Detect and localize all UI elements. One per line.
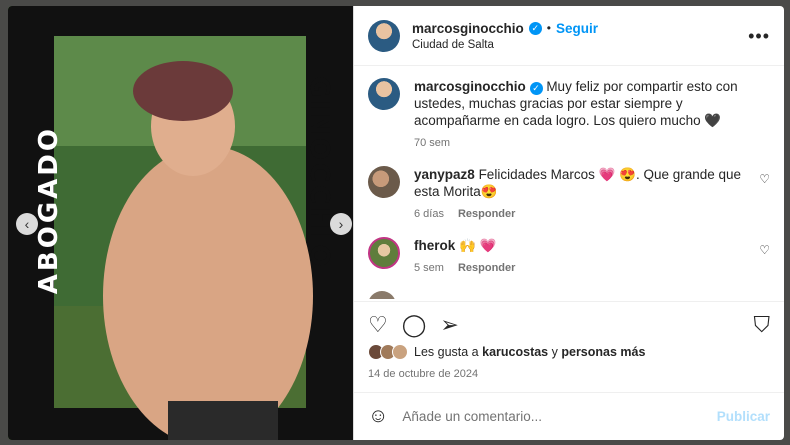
more-options-icon[interactable]: ••• [748,26,770,47]
verified-badge-icon: ✓ [529,82,543,95]
comment-username[interactable]: yanypaz8 [414,167,475,182]
add-comment-bar: ☺ Publicar [354,392,784,440]
reply-button[interactable]: Responder [458,260,515,277]
caption-username[interactable]: marcosginocchio [414,79,526,94]
post-modal: ABOGADO GINOCCHIO ‹ › marcosginocchio ✓ … [8,6,784,440]
comment-text: 🙌 💗 [459,238,497,253]
likes-first-user[interactable]: karucostas [482,345,548,359]
avatar[interactable] [368,19,400,52]
list-item [368,291,770,299]
list-item: yanypaz8 Felicidades Marcos 💗 😍. Que gra… [368,166,770,223]
bookmark-icon[interactable]: ⛉ [753,312,770,338]
comment-input[interactable] [402,409,717,424]
comments-list[interactable]: marcosginocchio ✓ Muy feliz por comparti… [354,66,784,301]
publish-button[interactable]: Publicar [717,409,770,424]
chevron-left-icon[interactable]: ‹ [16,213,38,235]
frame-text-right: GINOCCHIO [304,76,334,270]
author-username[interactable]: marcosginocchio [412,21,524,36]
caption-time[interactable]: 70 sem [414,135,450,152]
post-photo[interactable]: ABOGADO GINOCCHIO ‹ › [8,6,353,440]
post-actions: ♡ ◯ ➢ ⛉ Les gusta a karucostas y persona… [354,301,784,380]
comment-username[interactable]: fherok [414,238,455,253]
heart-icon[interactable]: ♡ [759,243,770,257]
reply-button[interactable]: Responder [458,206,515,223]
post-location[interactable]: Ciudad de Salta [412,39,598,51]
list-item: fherok 🙌 💗 5 sem Responder ♡ [368,237,770,277]
avatar[interactable] [368,237,400,269]
post-side-panel: marcosginocchio ✓ • Seguir Ciudad de Sal… [353,6,784,440]
heart-icon[interactable]: ♡ [368,312,388,338]
heart-icon[interactable]: ♡ [759,172,770,186]
emoji-icon[interactable]: ☺ [368,405,388,428]
follow-button[interactable]: Seguir [556,21,598,36]
likes-others[interactable]: personas más [561,345,645,359]
frame-text-left: ABOGADO [34,126,64,295]
comment-time[interactable]: 5 sem [414,260,444,277]
verified-badge-icon: ✓ [528,21,542,35]
post-header: marcosginocchio ✓ • Seguir Ciudad de Sal… [354,6,784,66]
share-icon[interactable]: ➢ [440,312,458,338]
liker-avatars [368,344,408,360]
comment-icon[interactable]: ◯ [402,312,427,338]
likes-summary[interactable]: Les gusta a karucostas y personas más [368,344,770,360]
avatar[interactable] [368,78,400,110]
post-date: 14 de octubre de 2024 [368,368,479,380]
avatar[interactable] [368,166,400,198]
avatar[interactable] [368,291,396,299]
chevron-right-icon[interactable]: › [330,213,352,235]
caption: marcosginocchio ✓ Muy feliz por comparti… [368,78,770,152]
likes-connector: y [551,345,558,359]
comment-time[interactable]: 6 días [414,206,444,223]
separator-dot: • [546,21,551,35]
likes-prefix: Les gusta a [414,345,479,359]
